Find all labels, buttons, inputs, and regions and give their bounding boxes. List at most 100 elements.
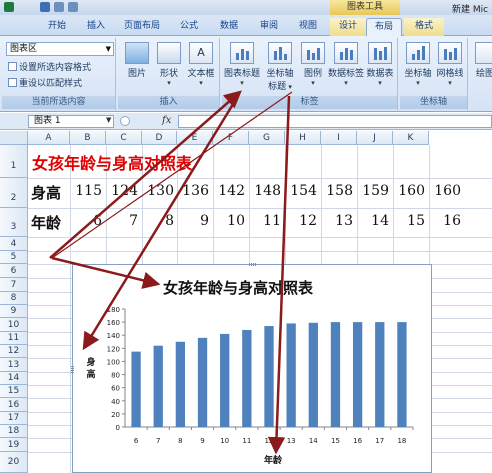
shapes-label: 形状 bbox=[159, 69, 178, 79]
age-value-cell[interactable]: 16 bbox=[427, 213, 461, 229]
column-header-f[interactable]: F bbox=[213, 131, 249, 145]
column-header-k[interactable]: K bbox=[393, 131, 429, 145]
row-header-1[interactable]: 1 bbox=[0, 145, 28, 178]
chart-plot-svg: 0 20 40 60 80 100 120 140 160 180 6 7 8 9 10 11 12 13 14 15… bbox=[86, 306, 414, 466]
axes-button[interactable]: 坐标轴 ▾ bbox=[402, 42, 434, 87]
format-selection-button[interactable]: 设置所选内容格式 bbox=[8, 60, 91, 73]
column-header-i[interactable]: I bbox=[321, 131, 357, 145]
excel-logo-icon[interactable] bbox=[4, 2, 14, 12]
height-value-cell[interactable]: 124 bbox=[104, 183, 138, 199]
row-header-2[interactable]: 2 bbox=[0, 178, 28, 208]
textbox-button[interactable]: A 文本框 ▾ bbox=[184, 42, 218, 87]
height-value-cell[interactable]: 142 bbox=[211, 183, 245, 199]
formula-input[interactable] bbox=[178, 115, 492, 128]
age-value-cell[interactable]: 12 bbox=[283, 213, 317, 229]
column-header-j[interactable]: J bbox=[357, 131, 393, 145]
row-header-10[interactable]: 10 bbox=[0, 318, 28, 332]
tab-formulas[interactable]: 公式 bbox=[172, 18, 206, 36]
row-header-14[interactable]: 14 bbox=[0, 372, 28, 385]
row-header-19[interactable]: 19 bbox=[0, 438, 28, 452]
height-value-cell[interactable]: 160 bbox=[391, 183, 425, 199]
insert-function-icon[interactable]: fx bbox=[162, 115, 171, 126]
office-button[interactable] bbox=[2, 18, 30, 36]
height-label-cell[interactable]: 身高 bbox=[31, 182, 61, 203]
row-header-13[interactable]: 13 bbox=[0, 358, 28, 372]
chart-title-button[interactable]: 图表标题 ▾ bbox=[224, 42, 260, 87]
select-all-corner[interactable] bbox=[0, 131, 28, 145]
row-header-12[interactable]: 12 bbox=[0, 345, 28, 358]
data-labels-button[interactable]: 数据标签 ▾ bbox=[326, 42, 366, 87]
column-header-a[interactable]: A bbox=[28, 131, 70, 145]
age-value-cell[interactable]: 8 bbox=[140, 213, 174, 229]
picture-button[interactable]: 图片 bbox=[122, 42, 152, 79]
tab-view[interactable]: 视图 bbox=[292, 18, 324, 36]
height-value-cell[interactable]: 130 bbox=[140, 183, 174, 199]
age-value-cell[interactable]: 11 bbox=[247, 213, 281, 229]
row-header-9[interactable]: 9 bbox=[0, 305, 28, 318]
age-value-cell[interactable]: 15 bbox=[391, 213, 425, 229]
tab-home[interactable]: 开始 bbox=[40, 18, 74, 36]
row-header-6[interactable]: 6 bbox=[0, 264, 28, 278]
tab-review[interactable]: 审阅 bbox=[252, 18, 286, 36]
reset-style-button[interactable]: 重设以匹配样式 bbox=[8, 76, 82, 89]
tab-format[interactable]: 格式 bbox=[404, 18, 444, 36]
name-box[interactable]: 图表 1 bbox=[28, 115, 114, 128]
row-header-5[interactable]: 5 bbox=[0, 251, 28, 264]
plot-area-button[interactable]: 绘图 bbox=[472, 42, 492, 79]
height-value-cell[interactable]: 159 bbox=[355, 183, 389, 199]
age-value-cell[interactable]: 10 bbox=[211, 213, 245, 229]
row-header-7[interactable]: 7 bbox=[0, 278, 28, 292]
bar-8 bbox=[175, 341, 186, 427]
height-value-cell[interactable]: 148 bbox=[247, 183, 281, 199]
bar-9 bbox=[197, 337, 208, 427]
height-value-cell[interactable]: 115 bbox=[68, 183, 102, 199]
column-header-b[interactable]: B bbox=[70, 131, 106, 145]
height-value-cell[interactable]: 136 bbox=[175, 183, 209, 199]
row-header-4[interactable]: 4 bbox=[0, 237, 28, 251]
chart-elements-combo[interactable]: 图表区 ▼ bbox=[6, 42, 114, 56]
age-value-cell[interactable]: 14 bbox=[355, 213, 389, 229]
height-value-cell[interactable]: 158 bbox=[319, 183, 353, 199]
row-header-3[interactable]: 3 bbox=[0, 208, 28, 237]
tab-page-layout[interactable]: 页面布局 bbox=[118, 18, 166, 36]
age-label-cell[interactable]: 年龄 bbox=[31, 212, 61, 233]
undo-icon[interactable] bbox=[54, 2, 64, 12]
gridlines-button[interactable]: 网格线 ▾ bbox=[434, 42, 466, 87]
row-header-17[interactable]: 17 bbox=[0, 412, 28, 425]
row-header-20[interactable]: 20 bbox=[0, 452, 28, 473]
column-header-g[interactable]: G bbox=[249, 131, 285, 145]
legend-button[interactable]: 图例 ▾ bbox=[298, 42, 328, 87]
column-header-c[interactable]: C bbox=[106, 131, 142, 145]
row-header-16[interactable]: 16 bbox=[0, 398, 28, 412]
name-box-dropdown-icon[interactable]: ▼ bbox=[106, 116, 111, 124]
bar-17 bbox=[375, 322, 385, 427]
column-header-d[interactable]: D bbox=[142, 131, 177, 145]
tab-insert[interactable]: 插入 bbox=[80, 18, 112, 36]
chevron-down-icon: ▼ bbox=[105, 45, 111, 53]
tab-design[interactable]: 设计 bbox=[330, 18, 366, 36]
data-table-button[interactable]: 数据表 ▾ bbox=[364, 42, 396, 87]
row-header-15[interactable]: 15 bbox=[0, 385, 28, 398]
shapes-icon bbox=[157, 42, 181, 64]
sheet-title-cell[interactable]: 女孩年龄与身高对照表 bbox=[32, 150, 192, 174]
age-value-cell[interactable]: 9 bbox=[175, 213, 209, 229]
column-header-h[interactable]: H bbox=[285, 131, 321, 145]
row-header-11[interactable]: 11 bbox=[0, 332, 28, 345]
cancel-circle-icon[interactable] bbox=[120, 116, 130, 126]
tab-data[interactable]: 数据 bbox=[212, 18, 246, 36]
chevron-down-icon: ▾ bbox=[240, 79, 244, 87]
axis-titles-button[interactable]: 坐标轴 标题 ▾ bbox=[262, 42, 298, 92]
chart-object[interactable]: 女孩年龄与身高对照表 0 20 40 60 80 100 120 140 160 180 6 7 8 9 1… bbox=[71, 263, 432, 473]
height-value-cell[interactable]: 160 bbox=[427, 183, 461, 199]
row-header-18[interactable]: 18 bbox=[0, 425, 28, 438]
age-value-cell[interactable]: 6 bbox=[68, 213, 102, 229]
age-value-cell[interactable]: 7 bbox=[104, 213, 138, 229]
row-header-8[interactable]: 8 bbox=[0, 292, 28, 305]
save-icon[interactable] bbox=[40, 2, 50, 12]
shapes-button[interactable]: 形状 ▾ bbox=[154, 42, 184, 87]
age-value-cell[interactable]: 13 bbox=[319, 213, 353, 229]
height-value-cell[interactable]: 154 bbox=[283, 183, 317, 199]
tab-layout[interactable]: 布局 bbox=[366, 18, 402, 36]
column-header-e[interactable]: E bbox=[177, 131, 213, 145]
redo-icon[interactable] bbox=[68, 2, 78, 12]
